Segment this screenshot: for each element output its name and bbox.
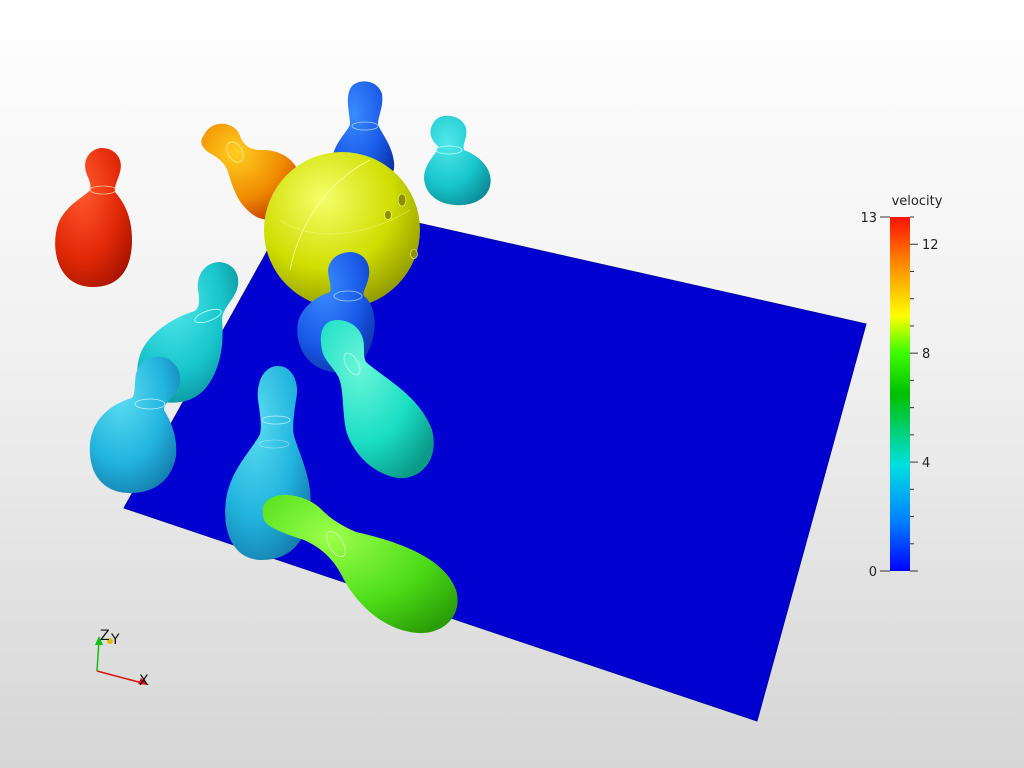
y-axis-label: Y bbox=[110, 632, 120, 648]
legend-label-min: 0 bbox=[869, 565, 877, 580]
z-axis-label: Z bbox=[100, 628, 110, 644]
legend-label-4: 4 bbox=[922, 456, 930, 471]
pin-teal-back bbox=[424, 115, 491, 206]
legend-label-12: 12 bbox=[922, 238, 939, 253]
legend-gradient-bar bbox=[890, 217, 910, 571]
x-axis-label: X bbox=[139, 673, 149, 689]
legend-label-8: 8 bbox=[922, 347, 930, 362]
pin-red bbox=[55, 148, 132, 287]
color-legend: velocity 13 12 8 4 0 bbox=[860, 194, 942, 580]
render-viewport[interactable]: velocity 13 12 8 4 0 X Z Y bbox=[0, 0, 1024, 768]
pin-cyan-lower-left bbox=[89, 356, 181, 494]
orientation-axes: X Z Y bbox=[95, 628, 149, 689]
legend-label-max: 13 bbox=[860, 211, 877, 226]
legend-title: velocity bbox=[892, 194, 943, 209]
